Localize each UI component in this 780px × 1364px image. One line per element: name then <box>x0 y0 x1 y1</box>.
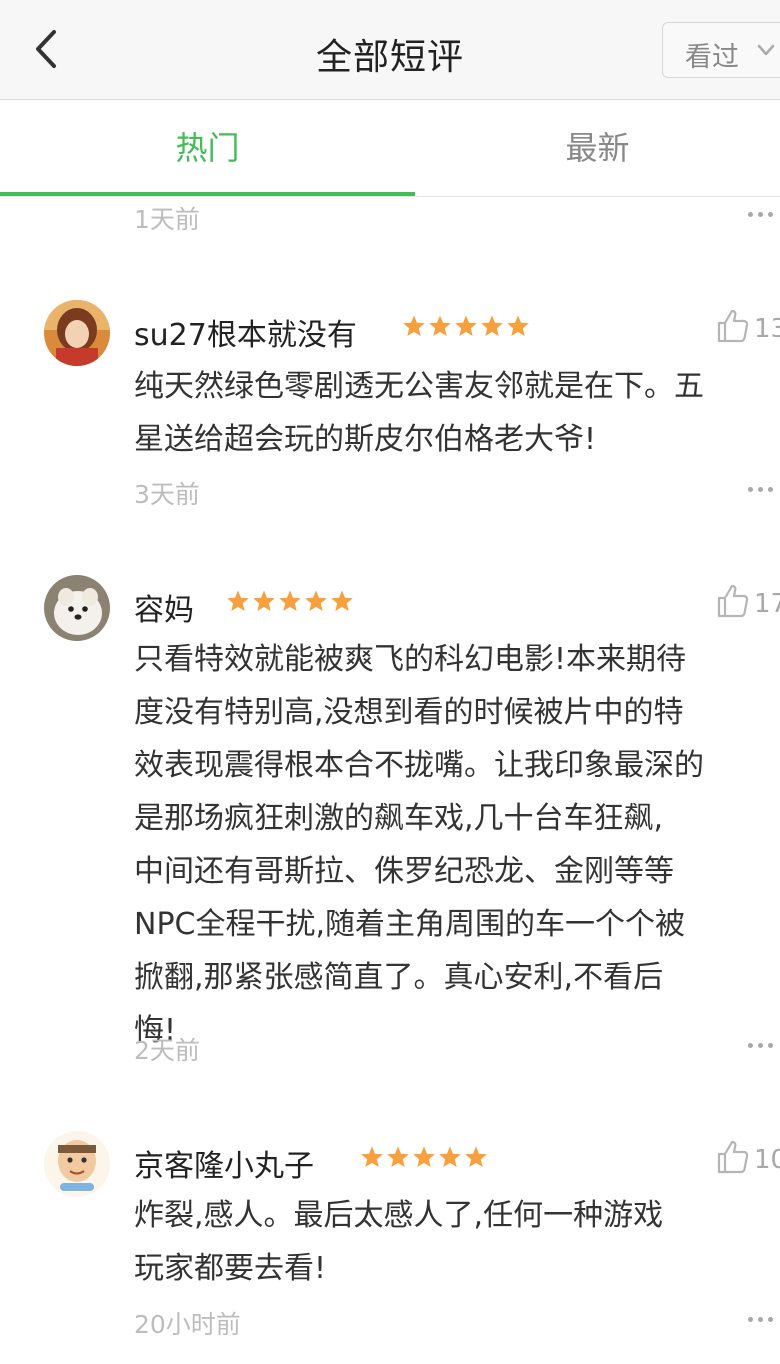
username[interactable]: su27根本就没有 <box>134 310 357 354</box>
tab-hot[interactable]: 热门 <box>0 100 415 196</box>
active-tab-indicator <box>0 192 415 196</box>
username[interactable]: 京客隆小丸子 <box>134 1141 314 1185</box>
vote-count: 13 <box>754 314 780 344</box>
nav-bar: 全部短评 看过 <box>0 0 780 100</box>
comment-time: 3天前 <box>134 480 200 509</box>
tab-bar: 热门 最新 <box>0 100 780 197</box>
avatar[interactable] <box>44 300 110 366</box>
comment-text: 纯天然绿色零剧透无公害友邻就是在下。五 星送给超会玩的斯皮尔伯格老大爷! <box>134 369 704 457</box>
comment-time: 2天前 <box>134 1036 200 1065</box>
rating-stars <box>226 589 356 613</box>
comment-text: 炸裂,感人。最后太感人了,任何一种游戏 玩家都要去看! <box>134 1198 664 1286</box>
more-options-icon[interactable] <box>748 212 780 222</box>
watched-status-value: 看过 <box>685 42 739 73</box>
comment-time: 20小时前 <box>134 1310 241 1339</box>
chevron-down-icon <box>757 44 775 56</box>
avatar-image <box>44 1131 110 1197</box>
thumbs-up-icon <box>717 309 749 343</box>
more-options-icon[interactable] <box>748 1317 780 1327</box>
vote-count: 10 <box>754 1145 780 1175</box>
comment-time: 1天前 <box>134 205 200 234</box>
rating-stars <box>402 314 532 338</box>
avatar[interactable] <box>44 575 110 641</box>
avatar[interactable] <box>44 1131 110 1197</box>
more-options-icon[interactable] <box>748 487 780 497</box>
tab-latest[interactable]: 最新 <box>415 100 780 196</box>
more-options-icon[interactable] <box>748 1043 780 1053</box>
avatar-image <box>44 300 110 366</box>
thumbs-up-icon <box>717 584 749 618</box>
avatar-image <box>44 575 110 641</box>
watched-status-select[interactable]: 看过 <box>662 22 780 78</box>
thumbs-up-icon <box>717 1140 749 1174</box>
comment-list[interactable]: 1天前 su27根本就没有 13 纯天然绿色零剧透无公害友邻就是在下。五 星送给超… <box>0 197 780 1364</box>
comment-text: 只看特效就能被爽飞的科幻电影!本来期待 度没有特别高,没想到看的时候被片中的特 效表… <box>134 642 704 1048</box>
rating-stars <box>360 1145 490 1169</box>
vote-count: 17 <box>754 589 780 619</box>
username[interactable]: 容妈 <box>134 585 194 629</box>
